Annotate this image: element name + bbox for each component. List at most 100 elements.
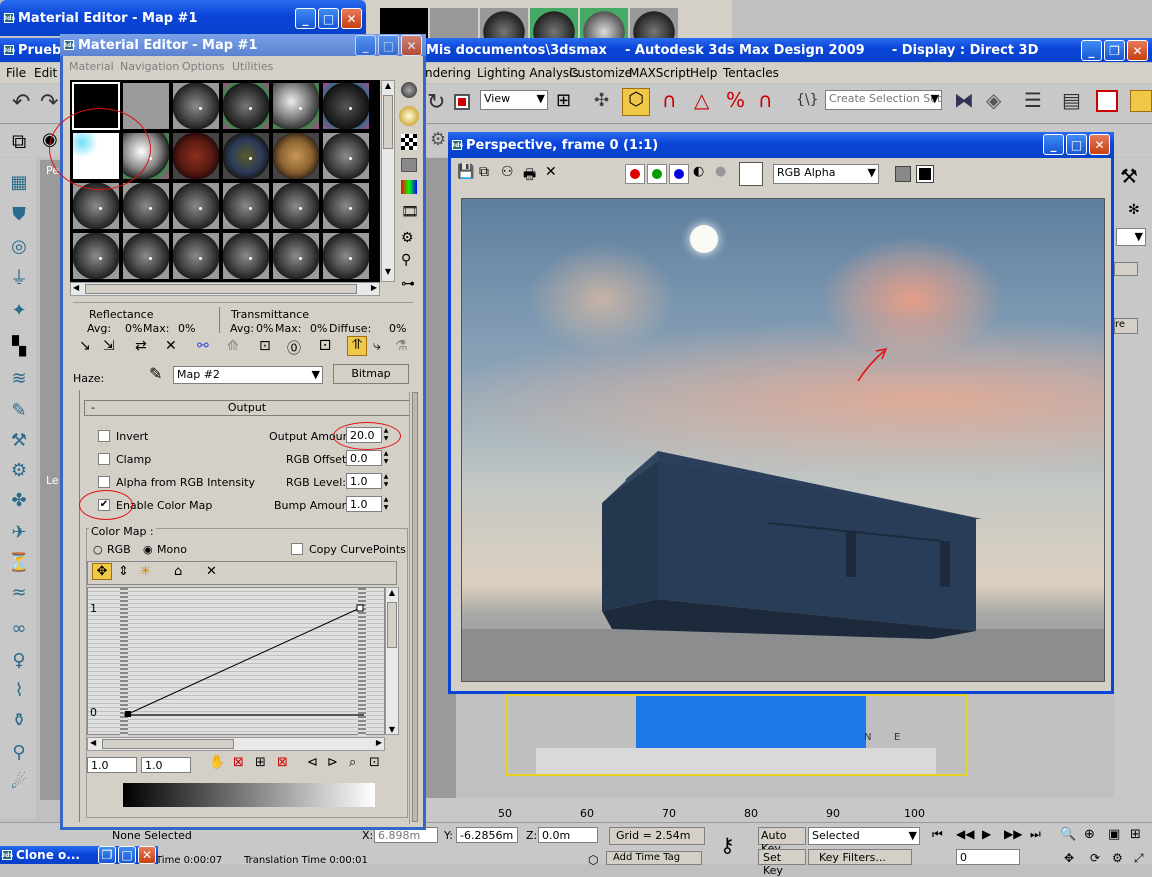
star-icon[interactable]: ✦ — [6, 298, 32, 324]
close-button[interactable]: ✕ — [341, 8, 362, 29]
current-frame-field[interactable]: 0 — [956, 849, 1020, 865]
delete-point-icon[interactable]: ✕ — [206, 564, 217, 579]
rgb-level-field[interactable]: 1.0 — [346, 473, 382, 489]
menu-material[interactable]: Material — [69, 60, 114, 73]
sample-slot[interactable] — [172, 232, 220, 280]
eyedropper-icon[interactable]: ✎ — [149, 364, 162, 383]
green-channel-button[interactable] — [647, 164, 667, 184]
menu-utilities[interactable]: Utilities — [232, 60, 273, 73]
undo-icon[interactable]: ↶ — [12, 90, 30, 115]
y-coord-field[interactable]: -6.2856m — [456, 827, 518, 843]
toggle-ui-overlay-icon[interactable] — [895, 166, 911, 182]
rendered-image[interactable] — [461, 198, 1105, 682]
zoom-icon[interactable]: ⌕ — [349, 755, 356, 770]
gear-icon[interactable]: ⚙ — [430, 129, 446, 150]
maximize-button[interactable]: □ — [378, 35, 399, 56]
material-editor-titlebar[interactable]: 3ds Material Editor - Map #1 _ □ ✕ — [60, 34, 426, 56]
fan-icon[interactable]: ✤ — [6, 488, 32, 514]
sample-slot[interactable] — [172, 132, 220, 180]
light-icon[interactable]: ☄ — [6, 770, 32, 796]
time-tag-icon[interactable]: ⬡ — [588, 853, 598, 867]
percent-snap-icon[interactable]: % — [726, 88, 745, 112]
zoom-region-icon[interactable]: ⊡ — [369, 755, 380, 770]
select-by-material-icon[interactable]: ⚲ — [401, 252, 411, 268]
sample-slot[interactable] — [222, 232, 270, 280]
goto-start-icon[interactable]: ⏮ — [932, 827, 943, 842]
bone-icon[interactable]: ⌇ — [6, 678, 32, 704]
zoom-icon[interactable]: 🔍 — [1060, 827, 1076, 842]
rgb-radio[interactable]: ○ — [93, 543, 103, 556]
pan-hand-icon[interactable]: ✋ — [209, 755, 225, 770]
print-image-icon[interactable]: 🖶 — [523, 164, 536, 188]
minimize-button[interactable]: _ — [295, 8, 316, 29]
gear-small-icon[interactable]: ✻ — [1128, 202, 1140, 218]
sample-slot[interactable] — [480, 8, 528, 38]
sample-slot[interactable] — [172, 82, 220, 130]
get-material-icon[interactable]: ↘ — [79, 338, 91, 354]
zoom-extents-icon[interactable]: ▣ — [1108, 827, 1120, 842]
scale-point-icon[interactable]: ⇕ — [118, 564, 129, 579]
reset-map-icon[interactable]: ✕ — [165, 338, 177, 354]
cone-icon[interactable]: ⏚ — [6, 266, 32, 292]
z-coord-field[interactable]: 0.0m — [538, 827, 598, 843]
pivot-icon[interactable]: ⊞ — [556, 90, 571, 111]
wave-icon[interactable]: ≈ — [6, 580, 32, 606]
scale-icon[interactable] — [454, 94, 470, 110]
close-button[interactable]: ✕ — [1089, 134, 1110, 155]
menu-options[interactable]: Options — [182, 60, 224, 73]
go-to-parent-icon[interactable]: ⥣ — [347, 336, 367, 356]
minimize-button[interactable]: _ — [1081, 40, 1102, 61]
reference-coord-select[interactable]: View ▼ — [480, 90, 548, 110]
put-to-scene-icon[interactable]: ⇲ — [103, 338, 115, 354]
clamp-checkbox[interactable] — [98, 453, 110, 465]
curve-hscroll[interactable]: ◀ ▶ — [87, 737, 385, 751]
menu-customize[interactable]: Customize — [569, 66, 632, 80]
blue-channel-button[interactable] — [669, 164, 689, 184]
knot-icon[interactable]: ∞ — [6, 616, 32, 642]
mirror-icon[interactable]: ⧓ — [954, 88, 974, 112]
make-preview-icon[interactable]: 🎞 — [401, 204, 419, 220]
clone-window-taskbar[interactable]: 3ds Clone o... ❐ □ ✕ — [0, 846, 158, 864]
sample-slot[interactable] — [172, 182, 220, 230]
menu-edit[interactable]: Edit — [34, 66, 57, 80]
key-mode-select[interactable]: Selected ▼ — [808, 827, 920, 845]
sample-slots-vscroll[interactable]: ▲ ▼ — [381, 80, 395, 282]
options-icon[interactable]: ⚙ — [401, 230, 414, 246]
mono-radio[interactable]: ◉ — [143, 543, 153, 556]
menu-rendering[interactable]: ndering — [425, 66, 471, 80]
sample-slot[interactable] — [322, 232, 370, 280]
zoom-extents-all-icon[interactable]: ⊞ — [1130, 827, 1141, 842]
layer-manager-icon[interactable]: ☰ — [1024, 88, 1042, 112]
select-manipulate-icon[interactable]: ✣ — [594, 90, 609, 111]
uv-tiling-icon[interactable] — [401, 158, 417, 172]
orbit-icon[interactable]: ⟳ — [1090, 851, 1100, 865]
menu-maxscript[interactable]: MAXScript — [629, 66, 691, 80]
curve-editor-icon[interactable]: ▤ — [1062, 88, 1081, 112]
play-icon[interactable]: ▶ — [982, 827, 991, 841]
panel-button-re[interactable]: re — [1114, 318, 1138, 334]
zoom-vertical-icon[interactable]: ⊳ — [327, 755, 338, 770]
spinner-snap-icon[interactable]: ∩ — [758, 88, 773, 112]
figure-icon[interactable]: ⚲ — [6, 740, 32, 766]
named-selection-set-field[interactable]: Create Selection Set ▼ — [825, 90, 942, 110]
sample-slot[interactable] — [272, 132, 320, 180]
close-button[interactable]: ✕ — [1127, 40, 1148, 61]
brush-icon[interactable]: ⚱ — [6, 708, 32, 734]
angle-snap-icon[interactable]: △ — [694, 88, 709, 112]
menu-tentacles[interactable]: Tentacles — [723, 66, 779, 80]
wrench-icon[interactable]: ⚒ — [6, 428, 32, 454]
pencil-icon[interactable]: ✎ — [6, 398, 32, 424]
plane-icon[interactable]: ✈ — [6, 520, 32, 546]
top-window-titlebar[interactable]: 3ds Material Editor - Map #1 _ □ ✕ — [0, 0, 366, 36]
rgb-offset-field[interactable]: 0.0 — [346, 450, 382, 466]
close-button[interactable]: ✕ — [138, 846, 156, 864]
sample-slot[interactable] — [322, 82, 370, 130]
material-effects-channel-icon[interactable]: ⊡ — [259, 338, 271, 354]
maximize-button[interactable]: □ — [1066, 134, 1087, 155]
assign-material-icon[interactable]: ⇄ — [135, 338, 147, 354]
auto-key-button[interactable]: Auto Key — [758, 827, 806, 855]
material-editor-scrollbar[interactable] — [409, 392, 421, 824]
bump-amount-field[interactable]: 1.0 — [346, 496, 382, 512]
clone-frame-icon[interactable]: ⚇ — [501, 164, 514, 180]
sample-slot[interactable] — [122, 182, 170, 230]
